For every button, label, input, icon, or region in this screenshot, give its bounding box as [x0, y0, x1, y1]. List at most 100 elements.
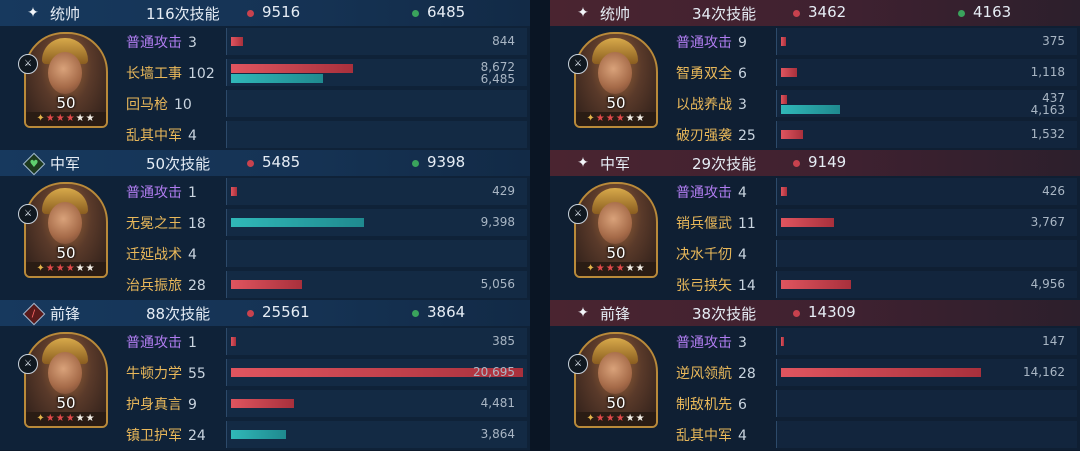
role-name: 前锋 — [600, 305, 631, 323]
damage-value: 20,695 — [473, 365, 515, 379]
skill-name: 张弓挟矢 14 — [676, 275, 756, 295]
skill-row: 无冕之王 18 9,398 — [120, 207, 530, 238]
skill-bar-track: 1,532 — [776, 121, 1077, 148]
skill-uses: 11 — [738, 216, 756, 232]
damage-bar — [231, 187, 238, 196]
skill-row: 长墙工事 102 8,672 6,485 — [120, 57, 530, 88]
damage-value: 375 — [1042, 34, 1065, 48]
skill-bar-track: 9,398 — [226, 209, 527, 236]
skill-uses: 28 — [188, 278, 206, 294]
damage-bar — [231, 64, 354, 73]
hero-header: / 前锋 88次技能 25561 3864 — [0, 300, 530, 326]
hero-portrait[interactable]: 50 ✦★★★★★ — [24, 32, 108, 128]
star-rating: ✦★★★★★ — [26, 262, 106, 276]
damage-bar — [781, 95, 788, 104]
damage-value: 1,532 — [1030, 127, 1065, 141]
skill-row: 张弓挟矢 14 4,956 — [670, 269, 1080, 300]
hero-portrait[interactable]: 50 ✦★★★★★ — [574, 332, 658, 428]
skill-name: 销兵偃武 11 — [676, 213, 756, 233]
skill-uses: 3 — [188, 35, 197, 51]
hero-body: ⚔ 50 ✦★★★★★ 普通攻击 3 844 长墙工事 102 8,672 6,485 回马枪 10 乱… — [0, 26, 530, 150]
heal-value: 9,398 — [480, 215, 515, 229]
skill-row: 普通攻击 1 429 — [120, 176, 530, 207]
skill-bar-track: 426 — [776, 178, 1077, 205]
hero-level: 50 — [56, 94, 76, 112]
hero-portrait[interactable]: 50 ✦★★★★★ — [574, 32, 658, 128]
skill-row: 普通攻击 3 147 — [670, 326, 1080, 357]
total-damage: 9516 — [262, 3, 301, 21]
heal-dot-icon — [412, 160, 419, 167]
skill-label: 长墙工事 — [126, 66, 182, 82]
skill-row: 智勇双全 6 1,118 — [670, 57, 1080, 88]
skill-uses: 9 — [188, 397, 197, 413]
skill-name: 迁延战术 4 — [126, 244, 197, 264]
hero-level: 50 — [56, 394, 76, 412]
total-damage: 3462 — [808, 3, 847, 21]
skill-bar-track: 385 — [226, 328, 527, 355]
hero-header: ✦ 中军 29次技能 9149 — [550, 150, 1080, 176]
skill-bar-track: 844 — [226, 28, 527, 55]
sparkle-icon: ✦ — [577, 155, 589, 171]
skill-uses: 14 — [738, 278, 756, 294]
skill-uses: 1 — [188, 335, 197, 351]
skill-bar-track — [226, 121, 527, 148]
hero-portrait[interactable]: 50 ✦★★★★★ — [574, 182, 658, 278]
skill-label: 决水千仞 — [676, 247, 732, 263]
skill-bar-track: 4,481 — [226, 390, 527, 417]
hero-portrait[interactable]: 50 ✦★★★★★ — [24, 332, 108, 428]
damage-value: 3,767 — [1030, 215, 1065, 229]
role-name: 中军 — [600, 155, 631, 173]
skill-uses: 4 — [738, 185, 747, 201]
skill-bar-track — [776, 240, 1077, 267]
skill-label: 回马枪 — [126, 97, 168, 113]
total-damage: 9149 — [808, 153, 847, 171]
skill-bar-track: 375 — [776, 28, 1077, 55]
skill-uses: 9 — [738, 35, 747, 51]
hero-body: ⚔ 50 ✦★★★★★ 普通攻击 1 385 牛顿力学 55 20,695 护身真言 9 4,481 镇… — [0, 326, 530, 450]
hero-body: ⚔ 50 ✦★★★★★ 普通攻击 3 147 逆风领航 28 14,162 制敌机先 6 乱其中军 4 — [550, 326, 1080, 450]
skill-name: 逆风领航 28 — [676, 363, 756, 383]
portrait-area: ⚔ 50 ✦★★★★★ — [550, 176, 670, 300]
heal-bar — [231, 218, 364, 227]
skill-name: 普通攻击 1 — [126, 182, 197, 202]
skill-row: 逆风领航 28 14,162 — [670, 357, 1080, 388]
skill-label: 牛顿力学 — [126, 366, 182, 382]
skill-name: 长墙工事 102 — [126, 63, 215, 83]
skill-label: 普通攻击 — [126, 185, 182, 201]
damage-value: 1,118 — [1030, 65, 1065, 79]
skill-label: 破刃强袭 — [676, 128, 732, 144]
hero-level: 50 — [606, 394, 626, 412]
skill-uses: 3 — [738, 97, 747, 113]
heal-bar — [231, 74, 323, 83]
damage-dot-icon — [247, 160, 254, 167]
skill-uses: 4 — [738, 428, 747, 444]
damage-value: 426 — [1042, 184, 1065, 198]
right-team-panel: ✦ 统帅 34次技能 3462 4163 ⚔ 50 ✦★★★★★ 普通攻击 9 375 智勇双全 6 1,… — [550, 0, 1080, 451]
damage-value: 4,956 — [1030, 277, 1065, 291]
damage-bar — [231, 399, 295, 408]
total-heal: 9398 — [427, 153, 466, 171]
total-damage: 25561 — [262, 303, 310, 321]
hero-group: ♥ 中军 50次技能 5485 9398 ⚔ 50 ✦★★★★★ 普通攻击 1 429 无冕之王 18 9… — [0, 150, 530, 300]
unit-type-icon: ⚔ — [568, 204, 588, 224]
skill-name: 以战养战 3 — [676, 94, 747, 114]
hero-header: ✦ 统帅 34次技能 3462 4163 — [550, 0, 1080, 26]
skill-uses: 24 — [188, 428, 206, 444]
hero-portrait[interactable]: 50 ✦★★★★★ — [24, 182, 108, 278]
heal-dot-icon — [958, 10, 965, 17]
skill-bar-track — [226, 240, 527, 267]
skill-row: 回马枪 10 — [120, 88, 530, 119]
hero-body: ⚔ 50 ✦★★★★★ 普通攻击 4 426 销兵偃武 11 3,767 决水千仞 4 张弓挟矢 14 4… — [550, 176, 1080, 300]
sword-icon: / — [22, 302, 46, 326]
skill-row: 治兵振旅 28 5,056 — [120, 269, 530, 300]
total-damage: 14309 — [808, 303, 856, 321]
skill-uses: 1 — [188, 185, 197, 201]
skill-bar-track: 1,118 — [776, 59, 1077, 86]
skill-label: 智勇双全 — [676, 66, 732, 82]
damage-bar — [781, 37, 787, 46]
skill-cast-count: 50次技能 — [146, 155, 211, 173]
heal-value: 4,163 — [1030, 103, 1065, 117]
skill-name: 破刃强袭 25 — [676, 125, 756, 145]
skill-bar-track: 429 — [226, 178, 527, 205]
skill-bar-track: 14,162 — [776, 359, 1077, 386]
